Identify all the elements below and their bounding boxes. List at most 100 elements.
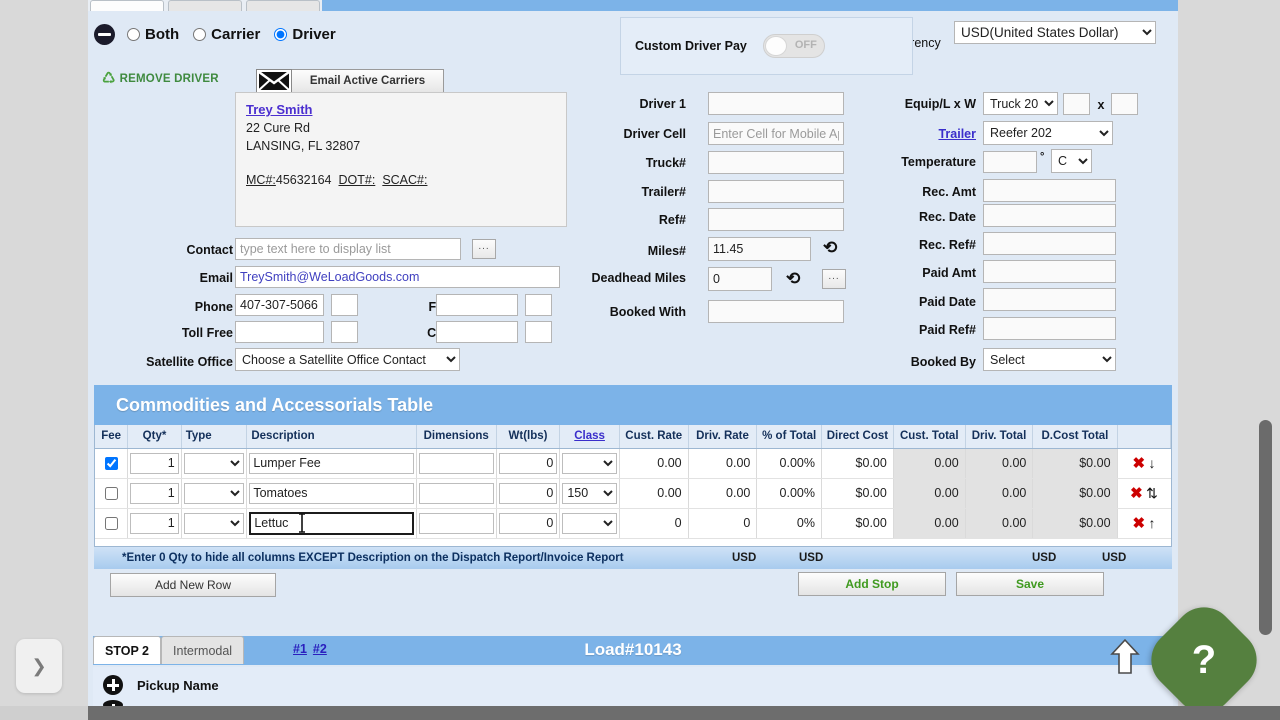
radio-carrier-input[interactable]	[193, 28, 207, 41]
delete-x-icon[interactable]: ✖	[1132, 515, 1145, 532]
equip-length-input[interactable]	[1063, 93, 1090, 115]
fax-input[interactable]	[436, 294, 518, 316]
trailer-num-input[interactable]	[708, 180, 844, 203]
phone-input[interactable]	[235, 294, 324, 316]
fee-checkbox[interactable]	[105, 486, 119, 500]
weight-input[interactable]	[498, 482, 558, 504]
satellite-office-select[interactable]: Choose a Satellite Office Contact	[235, 348, 460, 371]
cell-fee[interactable]	[95, 478, 129, 509]
cell-type[interactable]	[181, 478, 248, 509]
cell-description[interactable]	[246, 508, 417, 539]
cell-direct-cost[interactable]: $0.00	[821, 508, 894, 539]
class-select[interactable]	[562, 512, 617, 534]
delete-x-icon[interactable]: ✖	[1130, 485, 1143, 502]
qty-input[interactable]	[130, 482, 179, 504]
booked-by-select[interactable]: Select	[983, 348, 1116, 371]
type-select[interactable]	[183, 512, 245, 534]
qty-input[interactable]	[130, 452, 179, 474]
cell-type[interactable]	[181, 448, 248, 479]
cell-fee[interactable]	[95, 448, 129, 479]
phone-ext-input[interactable]	[331, 294, 358, 316]
cell-class[interactable]	[559, 448, 620, 479]
cell-fee[interactable]	[95, 508, 129, 539]
description-input[interactable]	[249, 511, 414, 535]
custom-driver-pay-toggle[interactable]: OFF	[762, 34, 825, 58]
cell-direct-cost[interactable]: $0.00	[821, 478, 894, 509]
temperature-unit-select[interactable]: C	[1051, 149, 1092, 173]
scrollbar-thumb[interactable]	[1259, 420, 1272, 635]
class-select[interactable]: 150	[562, 482, 617, 504]
save-button[interactable]: Save	[956, 572, 1104, 596]
type-select[interactable]	[183, 452, 245, 474]
qty-input[interactable]	[130, 512, 179, 534]
deadhead-input[interactable]	[708, 267, 772, 291]
top-tab-1[interactable]	[90, 0, 164, 11]
cell-qty[interactable]	[127, 478, 182, 509]
radio-driver-input[interactable]	[274, 28, 288, 41]
cell-qty[interactable]	[127, 448, 182, 479]
top-tab-2[interactable]	[168, 0, 242, 11]
fax-ext-input[interactable]	[525, 294, 552, 316]
col-class-link[interactable]: Class	[559, 425, 620, 449]
cell-cust-rate[interactable]: 0.00	[619, 448, 689, 479]
booked-with-input[interactable]	[708, 300, 844, 323]
deadhead-refresh-icon[interactable]: ⟲	[786, 270, 800, 287]
paid-amt-input[interactable]	[983, 260, 1116, 283]
trailer-link[interactable]: Trailer	[868, 127, 976, 141]
delete-x-icon[interactable]: ✖	[1132, 455, 1145, 472]
deadhead-more-button[interactable]: ...	[822, 269, 846, 289]
fee-checkbox[interactable]	[105, 456, 119, 470]
panel-expand-button[interactable]: ❯	[16, 639, 62, 693]
class-select[interactable]	[562, 452, 617, 474]
cell-description[interactable]	[246, 448, 417, 479]
radio-both[interactable]: Both	[127, 26, 179, 43]
trailer-select[interactable]: Reefer 202	[983, 121, 1113, 145]
weight-input[interactable]	[498, 452, 558, 474]
cell-description[interactable]	[246, 478, 417, 509]
temperature-input[interactable]	[983, 151, 1037, 173]
cell-class[interactable]: 150	[559, 478, 620, 509]
arrow-up-down-icon[interactable]: ⇅	[1146, 485, 1158, 501]
cell-direct-cost[interactable]: $0.00	[821, 448, 894, 479]
contact-more-button[interactable]: ...	[472, 239, 496, 259]
radio-carrier[interactable]: Carrier	[193, 26, 260, 43]
tollfree-ext-input[interactable]	[331, 321, 358, 343]
dimensions-input[interactable]	[418, 482, 494, 504]
description-input[interactable]	[249, 482, 414, 504]
type-select[interactable]	[183, 482, 245, 504]
cell-weight[interactable]	[496, 508, 561, 539]
cell-driv-rate[interactable]: 0.00	[688, 478, 758, 509]
minus-circle-icon[interactable]	[94, 24, 115, 45]
fee-checkbox[interactable]	[105, 516, 119, 530]
cell-input[interactable]	[436, 321, 518, 343]
equip-width-input[interactable]	[1111, 93, 1138, 115]
cell-driv-rate[interactable]: 0.00	[688, 448, 758, 479]
add-new-row-button[interactable]: Add New Row	[110, 573, 276, 597]
cell-dimensions[interactable]	[416, 448, 497, 479]
arrow-down-icon[interactable]: ↓	[1149, 455, 1156, 471]
dimensions-input[interactable]	[418, 452, 494, 474]
cell-weight[interactable]	[496, 448, 561, 479]
weight-input[interactable]	[498, 512, 558, 534]
driver-name-link[interactable]: Trey Smith	[246, 102, 312, 117]
ref-input[interactable]	[708, 208, 844, 231]
plus-circle-icon[interactable]	[103, 675, 123, 695]
radio-driver[interactable]: Driver	[274, 26, 336, 43]
cell-class[interactable]	[559, 508, 620, 539]
arrow-up-icon[interactable]	[1110, 638, 1140, 681]
cell-type[interactable]	[181, 508, 248, 539]
top-tab-3[interactable]	[246, 0, 320, 11]
rec-date-input[interactable]	[983, 204, 1116, 227]
tollfree-input[interactable]	[235, 321, 324, 343]
dimensions-input[interactable]	[418, 512, 494, 534]
driver-cell-input[interactable]	[708, 122, 844, 145]
remove-driver-button[interactable]: ♺ REMOVE DRIVER	[102, 71, 219, 86]
cell-cust-rate[interactable]: 0.00	[619, 478, 689, 509]
vertical-scrollbar[interactable]	[1259, 420, 1272, 635]
radio-both-input[interactable]	[127, 28, 140, 41]
cell-ext-input[interactable]	[525, 321, 552, 343]
cell-dimensions[interactable]	[416, 478, 497, 509]
cell-dimensions[interactable]	[416, 508, 497, 539]
cell-qty[interactable]	[127, 508, 182, 539]
paid-ref-input[interactable]	[983, 317, 1116, 340]
